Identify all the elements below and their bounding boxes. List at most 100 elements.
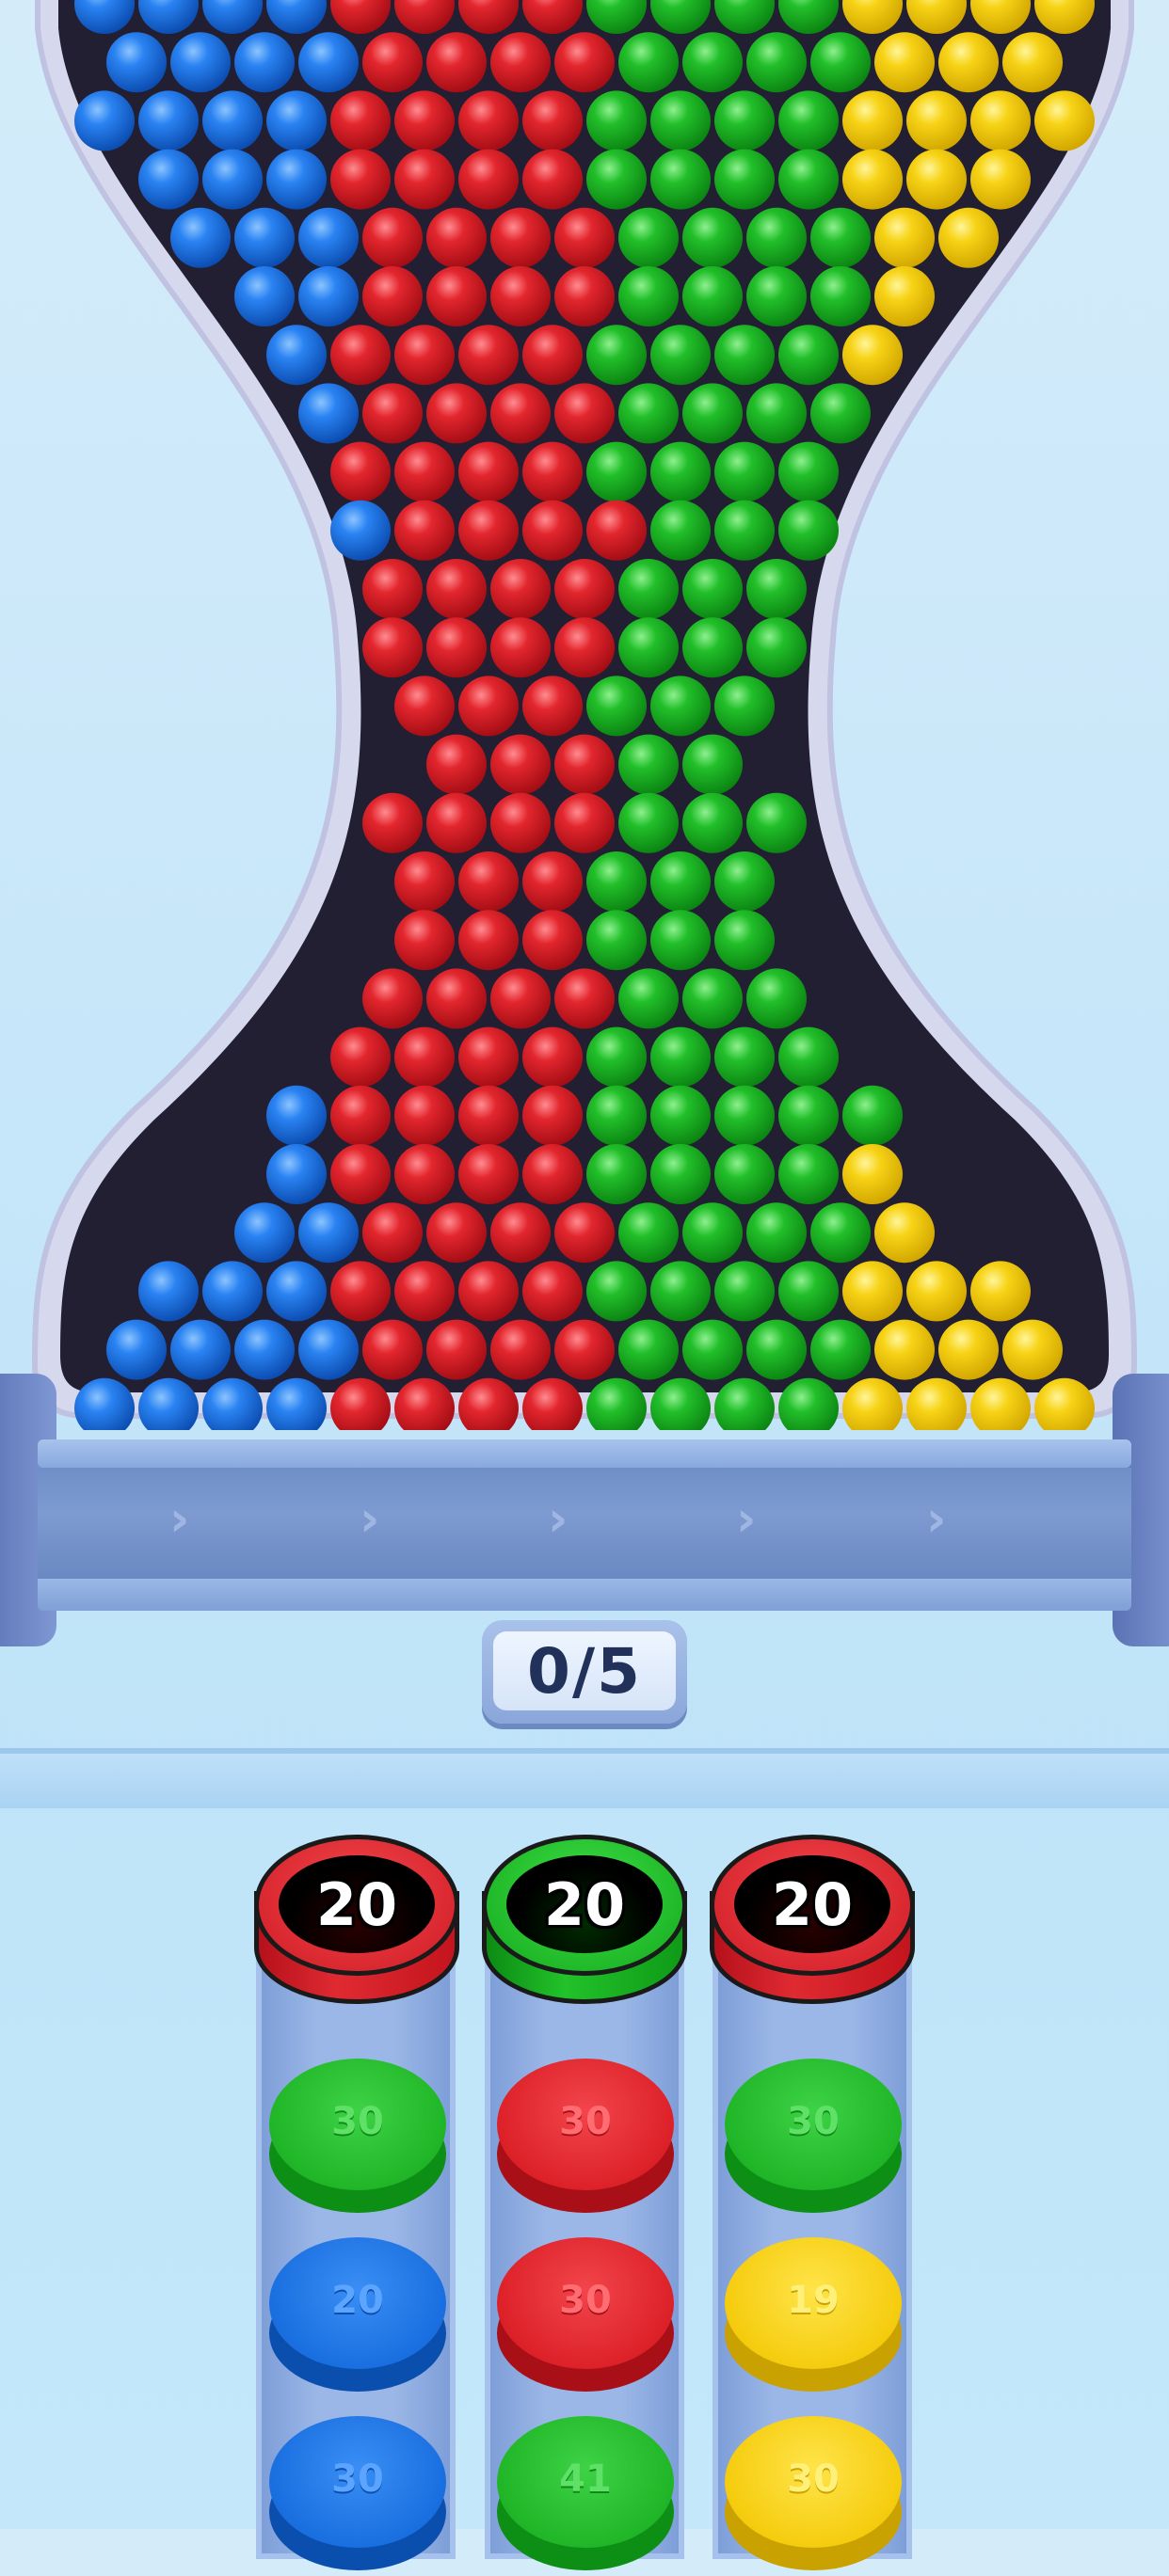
green-ball: [618, 1202, 679, 1264]
red-ball: [426, 266, 487, 326]
green-ball: [810, 1319, 871, 1380]
red-ball: [394, 1261, 455, 1322]
puck-label: 30: [787, 2457, 840, 2501]
blue-ball: [138, 90, 199, 151]
red-ball: [522, 676, 583, 737]
puck-label: 20: [331, 2279, 384, 2322]
yellow-ball: [906, 149, 967, 210]
red-ball: [554, 1319, 615, 1380]
blue-ball: [170, 207, 231, 268]
green-ball: [618, 617, 679, 678]
red-ball: [458, 1026, 519, 1088]
red-ball: [362, 617, 423, 678]
chevron-right-icon: ›: [169, 1491, 190, 1548]
green-ball: [778, 1026, 839, 1088]
red-ball: [458, 90, 519, 151]
blue-ball: [266, 1144, 327, 1204]
green-ball: [618, 792, 679, 853]
red-ball: [362, 207, 423, 268]
blue-ball: [138, 1261, 199, 1322]
green-ball: [714, 325, 775, 386]
puck: 30: [725, 2059, 902, 2218]
conveyor-belt: › › › › ›: [0, 1374, 1169, 1646]
red-ball: [458, 500, 519, 561]
blue-ball: [74, 90, 135, 151]
red-ball: [490, 1202, 551, 1264]
green-ball: [586, 851, 647, 912]
red-ball: [490, 734, 551, 795]
green-ball: [746, 32, 807, 93]
red-ball: [554, 207, 615, 268]
green-ball: [714, 1026, 775, 1088]
green-ball: [682, 617, 743, 678]
green-ball: [650, 90, 711, 151]
red-ball: [394, 90, 455, 151]
green-ball: [618, 207, 679, 268]
puck-label: 30: [559, 2100, 612, 2143]
red-ball: [394, 851, 455, 912]
red-ball: [394, 500, 455, 561]
green-ball: [586, 910, 647, 971]
puck: 30: [497, 2059, 674, 2218]
red-ball: [490, 383, 551, 444]
collector-cup[interactable]: 20: [254, 1835, 459, 2023]
puck-label: 30: [559, 2279, 612, 2322]
red-ball: [394, 441, 455, 502]
red-ball: [426, 734, 487, 795]
blue-ball: [298, 207, 359, 268]
red-ball: [522, 441, 583, 502]
green-ball: [778, 500, 839, 561]
green-ball: [618, 32, 679, 93]
green-ball: [650, 1144, 711, 1204]
green-ball: [650, 441, 711, 502]
blue-ball: [298, 383, 359, 444]
red-ball: [490, 617, 551, 678]
yellow-ball: [842, 90, 903, 151]
yellow-ball: [842, 1144, 903, 1204]
red-ball: [426, 1319, 487, 1380]
green-ball: [714, 1085, 775, 1146]
chevron-right-icon: ›: [736, 1491, 757, 1548]
puck-label: 30: [787, 2100, 840, 2143]
green-ball: [810, 1202, 871, 1264]
red-ball: [522, 1144, 583, 1204]
red-ball: [522, 325, 583, 386]
green-ball: [682, 266, 743, 326]
red-ball: [330, 90, 391, 151]
green-ball: [682, 734, 743, 795]
section-divider: [0, 1748, 1169, 1808]
red-ball: [426, 968, 487, 1029]
conveyor-rail-bottom: [38, 1579, 1131, 1611]
red-ball: [330, 1261, 391, 1322]
progress-counter-text: 0/5: [493, 1631, 676, 1710]
red-ball: [330, 149, 391, 210]
blue-ball: [266, 149, 327, 210]
red-ball: [394, 1085, 455, 1146]
collector-cup[interactable]: 20: [710, 1835, 915, 2023]
red-ball: [362, 968, 423, 1029]
conveyor-track: [38, 1468, 1131, 1581]
cup-count: 20: [771, 1870, 854, 1939]
green-ball: [650, 676, 711, 737]
blue-ball: [202, 149, 263, 210]
blue-ball: [298, 1319, 359, 1380]
green-ball: [714, 441, 775, 502]
green-ball: [618, 266, 679, 326]
red-ball: [522, 149, 583, 210]
red-ball: [554, 559, 615, 619]
blue-ball: [234, 32, 295, 93]
yellow-ball: [1034, 90, 1095, 151]
yellow-ball: [842, 1261, 903, 1322]
red-ball: [330, 441, 391, 502]
green-ball: [778, 1144, 839, 1204]
red-ball: [394, 1144, 455, 1204]
green-ball: [586, 1261, 647, 1322]
progress-counter: 0/5: [482, 1620, 687, 1724]
collector-cup[interactable]: 20: [482, 1835, 687, 2023]
red-ball: [458, 1261, 519, 1322]
red-ball: [458, 1144, 519, 1204]
yellow-ball: [874, 266, 935, 326]
green-ball: [586, 90, 647, 151]
green-ball: [650, 149, 711, 210]
red-ball: [490, 32, 551, 93]
